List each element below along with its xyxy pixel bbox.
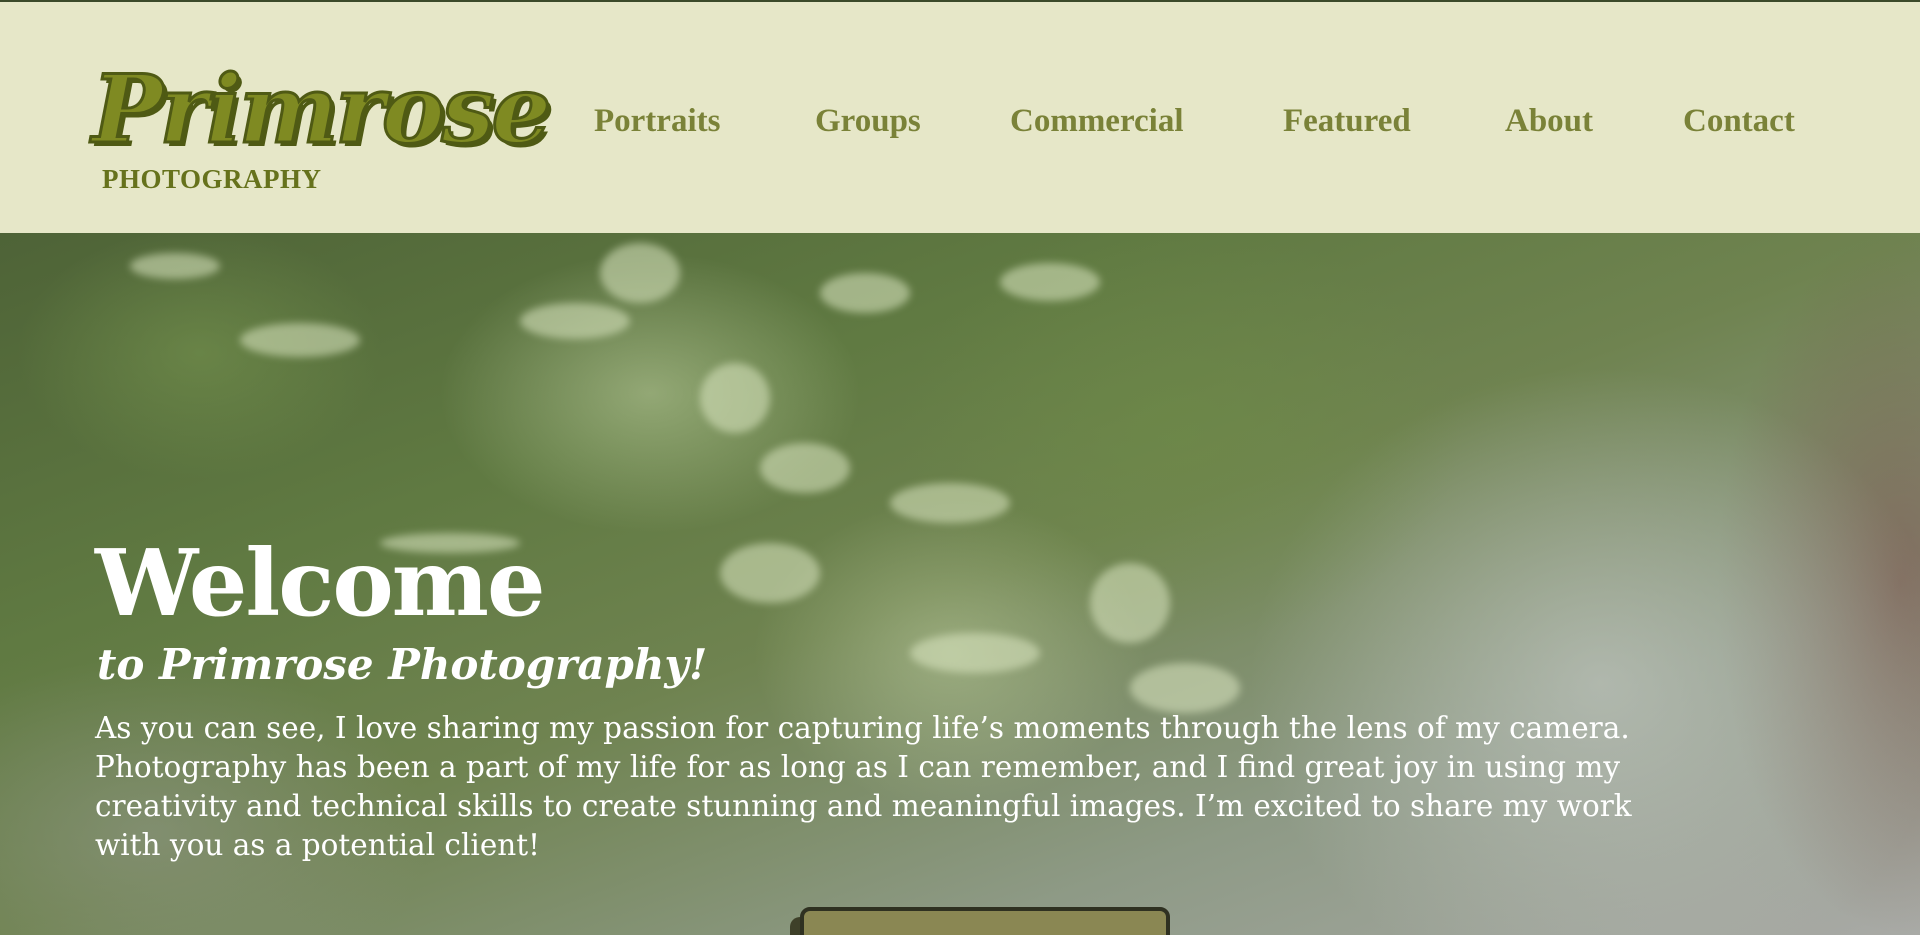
hero-intro-text: As you can see, I love sharing my passio… bbox=[95, 711, 1632, 862]
cta-button[interactable] bbox=[800, 907, 1170, 935]
main-nav: Portraits Groups Commercial Featured Abo… bbox=[0, 96, 1920, 146]
site-header: Primrose PHOTOGRAPHY Portraits Groups Co… bbox=[0, 2, 1920, 233]
hero-section: Welcome to Primrose Photography! As you … bbox=[0, 233, 1920, 935]
nav-item-commercial[interactable]: Commercial bbox=[1010, 96, 1184, 146]
nav-item-featured[interactable]: Featured bbox=[1283, 96, 1411, 146]
nav-item-contact[interactable]: Contact bbox=[1683, 96, 1795, 146]
nav-item-groups[interactable]: Groups bbox=[815, 96, 921, 146]
hero-title: Welcome bbox=[95, 529, 546, 637]
nav-item-portraits[interactable]: Portraits bbox=[594, 96, 720, 146]
nav-item-about[interactable]: About bbox=[1505, 96, 1593, 146]
logo-subtitle: PHOTOGRAPHY bbox=[102, 164, 322, 194]
hero-subtitle: to Primrose Photography! bbox=[97, 640, 708, 689]
